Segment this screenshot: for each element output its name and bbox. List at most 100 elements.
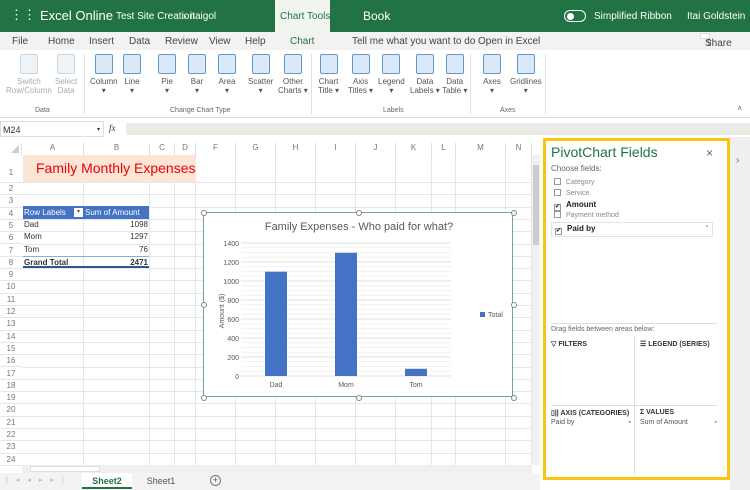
field-payment-method[interactable]: Payment method (554, 211, 619, 219)
add-sheet-button[interactable]: + (210, 475, 221, 486)
legend-button[interactable]: Legend ▾ (378, 54, 405, 95)
axis-item-paid-by[interactable]: Paid by ▪ (551, 419, 631, 426)
row-header[interactable]: 24 (0, 454, 22, 466)
bar-chart-button[interactable]: Bar ▾ (188, 54, 206, 95)
row-header[interactable]: 20 (0, 404, 22, 417)
column-header[interactable]: N (506, 143, 532, 155)
values-area[interactable]: Σ VALUES (640, 409, 674, 416)
switch-row-column-button[interactable]: Switch Row/Column (6, 54, 52, 95)
column-header[interactable]: J (356, 143, 396, 155)
tab-chart[interactable]: Chart (290, 36, 314, 47)
filters-area[interactable]: ▽ FILTERS (551, 340, 587, 348)
row-header[interactable]: 22 (0, 429, 22, 442)
row-header[interactable]: 5 (0, 220, 22, 233)
chart-title[interactable]: Family Expenses - Who paid for what? (265, 221, 453, 233)
checkbox-unchecked[interactable] (554, 211, 561, 218)
item-dropdown-icon[interactable]: ▪ (629, 419, 631, 426)
sheet-tab-sheet1[interactable]: Sheet1 (136, 476, 186, 486)
horizontal-scrollbar[interactable] (22, 465, 532, 473)
resize-handle[interactable] (511, 302, 517, 308)
resize-handle[interactable] (511, 395, 517, 401)
field-category[interactable]: Category (554, 178, 594, 186)
pie-chart-button[interactable]: Pie ▾ (158, 54, 176, 95)
collapse-ribbon-icon[interactable]: ˄ (737, 104, 742, 113)
data-labels-button[interactable]: Data Labels ▾ (410, 54, 440, 95)
column-header[interactable]: I (316, 143, 356, 155)
axes-button[interactable]: Axes ▾ (483, 54, 501, 95)
row-header[interactable]: 10 (0, 281, 22, 294)
axis-titles-button[interactable]: Axis Titles ▾ (348, 54, 373, 95)
select-all-corner[interactable] (0, 143, 22, 155)
column-header[interactable]: G (236, 143, 276, 155)
area-chart-button[interactable]: Area ▾ (218, 54, 236, 95)
checkbox-unchecked[interactable] (554, 189, 561, 196)
resize-handle[interactable] (356, 210, 362, 216)
legend-label[interactable]: Total (488, 312, 503, 319)
bar-dad[interactable] (265, 271, 287, 376)
fx-button[interactable]: fx (106, 121, 122, 137)
item-dropdown-icon[interactable]: ▪ (715, 419, 717, 426)
scatter-chart-button[interactable]: Scatter ▾ (248, 54, 273, 95)
row-header[interactable]: 11 (0, 294, 22, 306)
field-service[interactable]: Service (554, 189, 589, 197)
resize-handle[interactable] (511, 210, 517, 216)
legend-area[interactable]: ☰ LEGEND (SERIES) (640, 340, 710, 348)
field-paid-by[interactable]: ✔ Paid by ▪ (551, 222, 713, 237)
column-header[interactable]: F (196, 143, 236, 155)
open-in-excel[interactable]: Open in Excel (478, 36, 540, 47)
resize-handle[interactable] (201, 395, 207, 401)
row-header[interactable]: 1 (0, 155, 22, 183)
row-header[interactable]: 4 (0, 208, 22, 220)
resize-handle[interactable] (356, 395, 362, 401)
tell-me-search[interactable]: Tell me what you want to do (352, 36, 475, 47)
filter-dropdown-icon[interactable]: ▾ (74, 208, 83, 217)
row-header[interactable]: 21 (0, 417, 22, 429)
tab-help[interactable]: Help (245, 36, 266, 47)
column-chart-button[interactable]: Column ▾ (90, 54, 118, 95)
title-cell[interactable]: Family Monthly Expenses (23, 155, 196, 182)
row-header[interactable]: 2 (0, 183, 22, 196)
sheet-tab-sheet2[interactable]: Sheet2 (82, 473, 132, 489)
values-item-sum-amount[interactable]: Sum of Amount ▪ (640, 419, 717, 426)
column-header[interactable]: B (84, 143, 150, 155)
app-launcher-icon[interactable]: ⋮⋮ (10, 7, 36, 23)
pivot-row[interactable]: Dad 1098 (23, 219, 149, 231)
chart[interactable]: Family Expenses - Who paid for what? 0 200… (201, 210, 517, 401)
checkbox-checked[interactable]: ✔ (555, 228, 562, 235)
tab-file[interactable]: File (12, 36, 28, 47)
row-header[interactable]: 6 (0, 232, 22, 245)
user-name[interactable]: Itai Goldstein (687, 11, 745, 22)
bar-tom[interactable] (405, 368, 427, 376)
bar-mom[interactable] (335, 252, 357, 376)
column-header[interactable]: H (276, 143, 316, 155)
row-header[interactable]: 7 (0, 245, 22, 257)
close-icon[interactable]: × (706, 146, 713, 160)
row-header[interactable]: 19 (0, 392, 22, 405)
doc-name[interactable]: Book (363, 9, 390, 23)
pivot-row[interactable]: Tom 76 (23, 244, 149, 256)
column-header[interactable]: A (22, 143, 84, 155)
column-header[interactable]: C (150, 143, 175, 155)
resize-handle[interactable] (201, 302, 207, 308)
row-header[interactable]: 8 (0, 257, 22, 270)
row-header[interactable]: 17 (0, 368, 22, 380)
breadcrumb-user[interactable]: itaigol (190, 11, 216, 22)
row-header[interactable]: 3 (0, 195, 22, 208)
resize-handle[interactable] (201, 210, 207, 216)
tab-insert[interactable]: Insert (89, 36, 114, 47)
sheet-nav-icons[interactable]: |◂◂▸▸| (6, 476, 72, 484)
gridlines-button[interactable]: Gridlines ▾ (510, 54, 542, 95)
app-name[interactable]: Excel Online (40, 8, 113, 23)
column-header[interactable]: K (396, 143, 432, 155)
tab-view[interactable]: View (209, 36, 231, 47)
item-dropdown-icon[interactable]: ▪ (706, 224, 708, 230)
field-amount[interactable]: ✔ Amount (554, 200, 596, 211)
share-button[interactable]: ⇪ Share (700, 33, 732, 49)
column-header[interactable]: L (432, 143, 456, 155)
axis-area[interactable]: ▯|| AXIS (CATEGORIES) (551, 409, 629, 417)
row-header[interactable]: 13 (0, 318, 22, 331)
checkbox-checked[interactable]: ✔ (554, 204, 561, 211)
tab-data[interactable]: Data (129, 36, 150, 47)
column-header[interactable]: M (456, 143, 506, 155)
pivot-row[interactable]: Mom 1297 (23, 231, 149, 243)
